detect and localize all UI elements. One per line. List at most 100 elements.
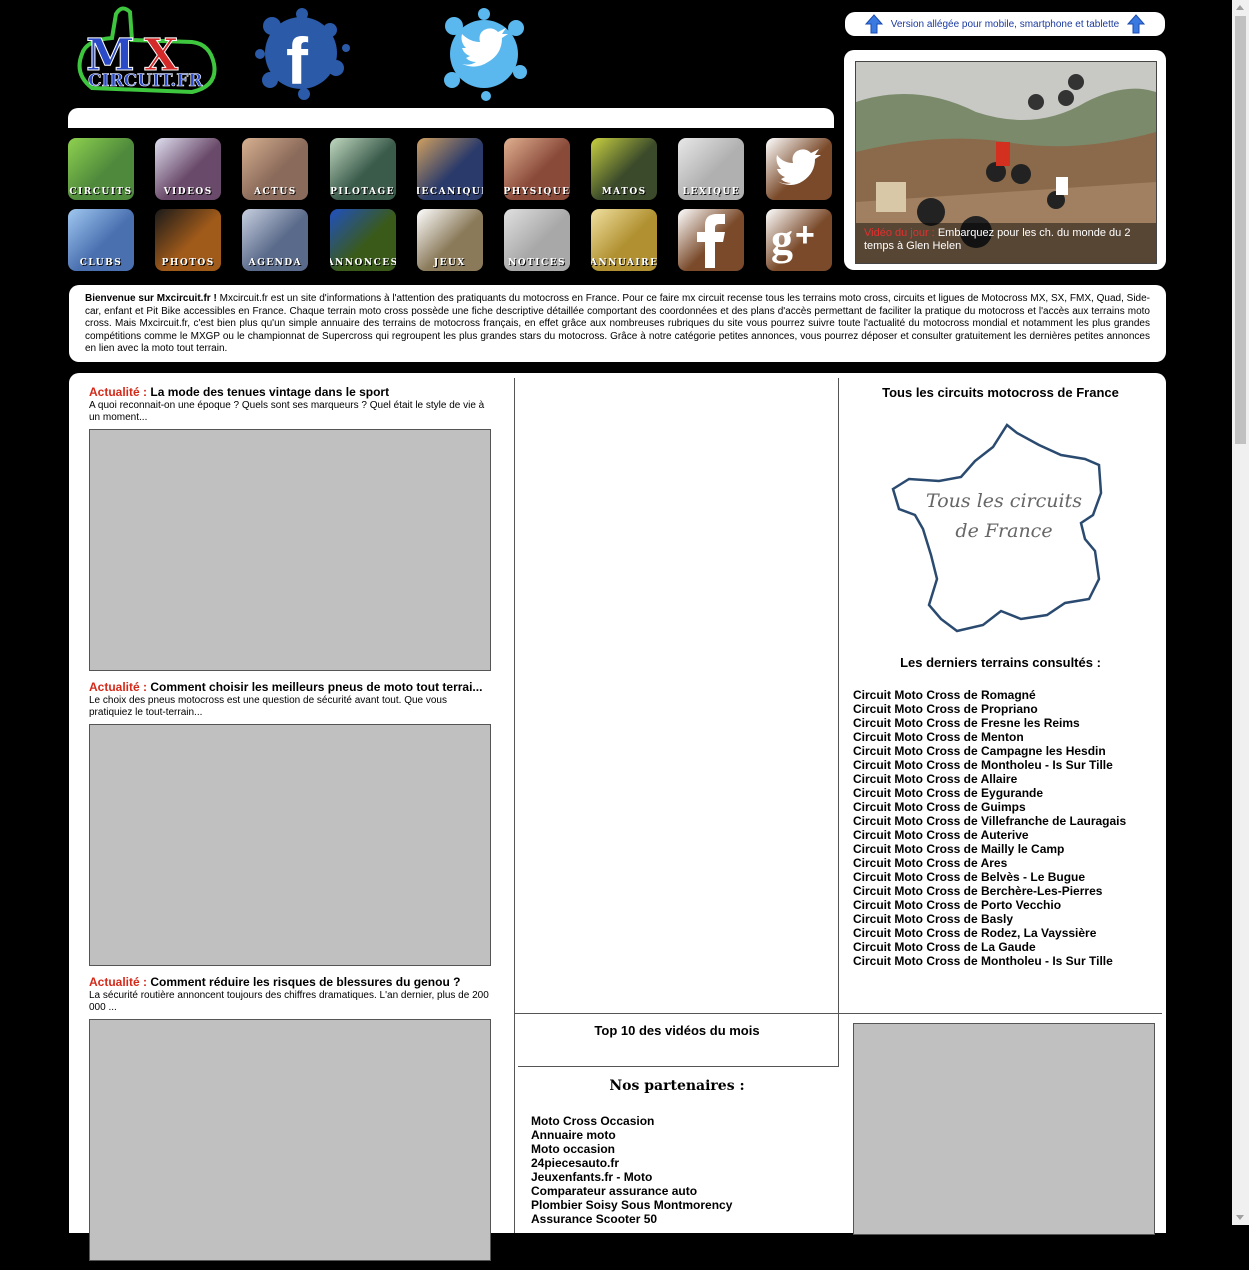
scrollbar-thumb[interactable] — [1235, 16, 1246, 444]
partner-link[interactable]: Moto Cross Occasion — [531, 1114, 732, 1128]
article-desc: La sécurité routière annoncent toujours … — [89, 990, 489, 1013]
terrain-link[interactable]: Circuit Moto Cross de Montholeu - Is Sur… — [853, 758, 1126, 772]
nav-tile-annuaire[interactable]: ANNUAIRE — [591, 209, 658, 271]
nav-tile-label: LEXIQUE — [682, 187, 741, 197]
nav-tile-jeux[interactable]: JEUX — [416, 209, 483, 271]
nav-tile-photos[interactable]: PHOTOS — [155, 209, 222, 271]
scroll-down-icon[interactable] — [1236, 1215, 1244, 1220]
nav-tile-label: PILOTAGE — [330, 187, 396, 197]
partner-link[interactable]: 24piecesauto.fr — [531, 1156, 732, 1170]
terrain-link[interactable]: Circuit Moto Cross de Villefranche de La… — [853, 814, 1126, 828]
divider — [838, 378, 839, 1013]
terrain-link[interactable]: Circuit Moto Cross de Mailly le Camp — [853, 842, 1126, 856]
top10-title: Top 10 des vidéos du mois — [594, 1023, 760, 1038]
facebook-icon: f — [255, 8, 350, 100]
nav-tile-physique[interactable]: PHYSIQUE — [504, 138, 570, 200]
video-tag: Vidéo du jour : — [864, 227, 935, 239]
nav-tile-actus[interactable]: ACTUS — [242, 138, 309, 200]
terrain-link[interactable]: Circuit Moto Cross de Fresne les Reims — [853, 716, 1126, 730]
article-desc: A quoi reconnait-on une époque ? Quels s… — [89, 400, 485, 423]
terrain-link[interactable]: Circuit Moto Cross de Allaire — [853, 772, 1126, 786]
article-title[interactable]: Comment réduire les risques de blessures… — [150, 975, 460, 989]
terrain-link[interactable]: Circuit Moto Cross de Porto Vecchio — [853, 898, 1126, 912]
terrain-link[interactable]: Circuit Moto Cross de Belvès - Le Bugue — [853, 870, 1126, 884]
article-image[interactable] — [89, 724, 491, 966]
terrain-link[interactable]: Circuit Moto Cross de Basly — [853, 912, 1126, 926]
intro-lead: Bienvenue sur Mxcircuit.fr ! — [85, 293, 217, 304]
mobile-version-link[interactable]: Version allégée pour mobile, smartphone … — [845, 12, 1165, 36]
nav-tile-label: JEUX — [433, 258, 466, 268]
twitter-splash-link[interactable] — [436, 6, 532, 102]
video-of-the-day[interactable]: Vidéo du jour : Embarquez pour les ch. d… — [855, 61, 1157, 264]
terrain-link[interactable]: Circuit Moto Cross de Rodez, La Vayssièr… — [853, 926, 1126, 940]
terrain-link[interactable]: Circuit Moto Cross de Auterive — [853, 828, 1126, 842]
nav-tile-label: PHYSIQUE — [504, 187, 570, 197]
terrain-link[interactable]: Circuit Moto Cross de La Gaude — [853, 940, 1126, 954]
terrain-link[interactable]: Circuit Moto Cross de Eygurande — [853, 786, 1126, 800]
terrain-link[interactable]: Circuit Moto Cross de Campagne les Hesdi… — [853, 744, 1126, 758]
article-title[interactable]: Comment choisir les meilleurs pneus de m… — [150, 680, 482, 694]
scroll-up-icon[interactable] — [1236, 5, 1244, 10]
svg-text:f: f — [286, 24, 309, 98]
partner-link[interactable]: Annuaire moto — [531, 1128, 732, 1142]
video-panel: Vidéo du jour : Embarquez pour les ch. d… — [844, 50, 1166, 270]
scrollbar[interactable] — [1232, 0, 1249, 1225]
partner-link[interactable]: Comparateur assurance auto — [531, 1184, 732, 1198]
facebook-icon — [678, 209, 744, 271]
partner-link[interactable]: Moto occasion — [531, 1142, 732, 1156]
recent-terrains-title: Les derniers terrains consultés : — [900, 655, 1101, 670]
terrain-link[interactable]: Circuit Moto Cross de Montholeu - Is Sur… — [853, 954, 1126, 968]
site-logo[interactable]: M X CIRCUIT.FR — [72, 4, 222, 96]
terrain-link[interactable]: Circuit Moto Cross de Propriano — [853, 702, 1126, 716]
nav-tile-matos[interactable]: MATOS — [591, 138, 658, 200]
nav-tile-mecanique[interactable]: MECANIQUE — [416, 138, 483, 200]
arrow-up-icon — [1127, 14, 1146, 34]
nav-tile-clubs[interactable]: CLUBS — [68, 209, 134, 271]
article-title[interactable]: La mode des tenues vintage dans le sport — [150, 385, 389, 399]
nav-tile-facebook[interactable] — [678, 209, 745, 271]
nav-tile-pilotage[interactable]: PILOTAGE — [329, 138, 396, 200]
nav-tile-label: CLUBS — [79, 258, 123, 268]
nav-tile-label: MECANIQUE — [417, 187, 483, 197]
recent-terrains-list: Circuit Moto Cross de Romagné Circuit Mot… — [853, 688, 1126, 968]
main-content: Actualité : La mode des tenues vintage d… — [69, 373, 1166, 1261]
partner-link[interactable]: Jeuxenfants.fr - Moto — [531, 1170, 732, 1184]
news-column: Actualité : La mode des tenues vintage d… — [89, 385, 491, 1270]
nav-tile-label: CIRCUITS — [69, 187, 133, 197]
article-tag: Actualité : — [89, 385, 148, 399]
article-image[interactable] — [89, 429, 491, 671]
terrain-link[interactable]: Circuit Moto Cross de Guimps — [853, 800, 1126, 814]
nav-tile-notices[interactable]: NOTICES — [504, 209, 570, 271]
terrain-link[interactable]: Circuit Moto Cross de Romagné — [853, 688, 1126, 702]
nav-tile-lexique[interactable]: LEXIQUE — [678, 138, 745, 200]
intro-text: Bienvenue sur Mxcircuit.fr ! Mxcircuit.f… — [69, 285, 1166, 362]
partner-link[interactable]: Plombier Soisy Sous Montmorency — [531, 1198, 732, 1212]
article-tag: Actualité : — [89, 680, 148, 694]
nav-tile-circuits[interactable]: CIRCUITS — [68, 138, 134, 200]
circuits-title: Tous les circuits motocross de France — [882, 385, 1119, 400]
partners-title: Nos partenaires : — [609, 1078, 745, 1094]
nav-tile-annonces[interactable]: ANNONCES — [329, 209, 396, 271]
nav-tile-agenda[interactable]: AGENDA — [242, 209, 309, 271]
partners-list: Moto Cross Occasion Annuaire moto Moto occ… — [531, 1114, 732, 1226]
facebook-splash-link[interactable]: f — [252, 4, 350, 102]
twitter-icon — [766, 138, 832, 200]
article[interactable]: Actualité : Comment réduire les risques … — [89, 975, 491, 1270]
menu-bar — [68, 108, 834, 128]
nav-tile-videos[interactable]: VIDEOS — [155, 138, 222, 200]
nav-tile-label: NOTICES — [508, 258, 566, 268]
france-map-link[interactable]: Tous les circuits de France — [889, 419, 1119, 634]
intro-body: Mxcircuit.fr est un site d'informations … — [85, 293, 1151, 354]
nav-tile-google-plus[interactable]: g + — [765, 209, 832, 271]
terrain-link[interactable]: Circuit Moto Cross de Berchère-Les-Pierr… — [853, 884, 1126, 898]
terrain-link[interactable]: Circuit Moto Cross de Ares — [853, 856, 1126, 870]
ad-image[interactable] — [853, 1023, 1155, 1235]
article-desc: Le choix des pneus motocross est une que… — [89, 695, 447, 718]
partner-link[interactable]: Assurance Scooter 50 — [531, 1212, 732, 1226]
article[interactable]: Actualité : La mode des tenues vintage d… — [89, 385, 491, 680]
terrain-link[interactable]: Circuit Moto Cross de Menton — [853, 730, 1126, 744]
svg-text:g: g — [771, 215, 793, 264]
article[interactable]: Actualité : Comment choisir les meilleur… — [89, 680, 491, 975]
nav-tile-twitter[interactable] — [765, 138, 832, 200]
nav-tile-label: ACTUS — [254, 187, 297, 197]
